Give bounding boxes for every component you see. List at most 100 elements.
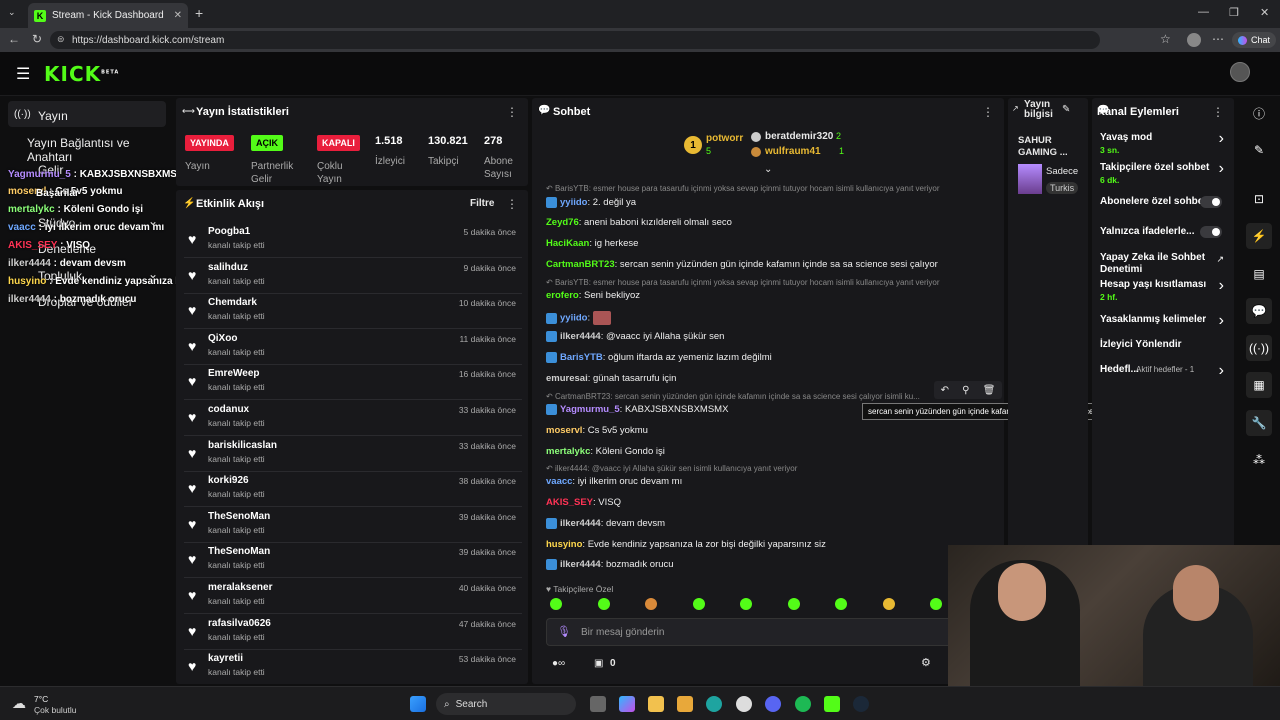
chat-message[interactable]: erofero: Seni bekliyoz (546, 290, 640, 301)
mic-icon[interactable]: 🎙 (557, 625, 571, 638)
chat-message[interactable]: mertalykc: Köleni Gondo işi (546, 446, 665, 457)
chat-message[interactable]: ilker4444: bozmadık orucu (546, 559, 674, 570)
emote-icon[interactable] (930, 598, 942, 610)
chevron-right-icon[interactable]: › (1219, 160, 1224, 178)
chat-username[interactable]: vaacc (546, 476, 572, 487)
chevron-right-icon[interactable]: › (1219, 312, 1224, 330)
activity-event[interactable]: ♥ rafasilva0626 kanalı takip etti 47 dakika… (184, 614, 522, 650)
chat-username[interactable]: Zeyd76 (546, 217, 579, 228)
emote-icon[interactable] (882, 598, 895, 610)
chat-message[interactable]: Yagmurmu_5: KABXJSBXNSBXMSMX (546, 404, 728, 415)
chat-reply-context[interactable]: ↶ BarisYTB: esmer house para tasarufu iç… (546, 184, 940, 193)
chat-message[interactable]: moservl: Cs 5v5 yokmu (546, 425, 648, 436)
channel-action-row[interactable]: Hedefl... Aktif hedefler - 1 › (1092, 362, 1234, 390)
chat-username[interactable]: ilker4444 (560, 331, 601, 342)
actions-menu-icon[interactable]: ⋮ (1212, 105, 1224, 119)
expand-top-icon[interactable]: ⌄ (764, 164, 772, 175)
chat-username[interactable]: HaciKaan (546, 238, 589, 249)
chat-menu-icon[interactable]: ⋮ (982, 105, 994, 119)
chat-message[interactable]: Zeyd76: aneni baboni kızıldereli olmalı … (546, 217, 732, 228)
site-info-icon[interactable]: ⊜ (57, 34, 65, 45)
emote-icon[interactable] (550, 598, 562, 610)
toggle-switch[interactable] (1200, 196, 1222, 208)
chat-username[interactable]: CartmanBRT23 (546, 259, 615, 270)
emote-icon[interactable] (740, 598, 752, 610)
taskbar-search[interactable]: ⌕ Search (436, 693, 576, 715)
activity-event[interactable]: ♥ bariskilicaslan kanalı takip etti 33 daki… (184, 436, 522, 472)
stats-menu-icon[interactable]: ⋮ (506, 105, 518, 119)
chat-username[interactable]: ilker4444 (560, 518, 601, 529)
reload-icon[interactable]: ↻ (32, 32, 42, 46)
points-icon[interactable]: ●∞ (552, 658, 565, 669)
wrench-icon[interactable]: 🔧 (1246, 410, 1272, 436)
activity-event[interactable]: ♥ kayretii kanalı takip etti 53 dakika önce (184, 649, 522, 684)
toggle-switch[interactable] (1200, 226, 1222, 238)
chat-username[interactable]: AKIS_SEY (546, 497, 593, 508)
chat-username[interactable]: BarisYTB (560, 352, 603, 363)
chevron-right-icon[interactable]: › (1219, 130, 1224, 148)
chat-username[interactable]: yyiido (560, 197, 587, 208)
chat-message[interactable]: husyino: Evde kendiniz yapsanıza la zor … (546, 539, 826, 550)
chat-message[interactable]: ilker4444: @vaacc iyi Allaha şükür sen (546, 331, 724, 342)
chat-reply-context[interactable]: ↶ ilker4444: @vaacc iyi Allaha şükür sen… (546, 464, 797, 473)
emote-icon[interactable] (645, 598, 657, 610)
chat-settings-icon[interactable]: ⚙ (921, 656, 931, 669)
kick-app-icon[interactable] (824, 696, 840, 712)
activity-event[interactable]: ♥ Chemdark kanalı takip etti 10 dakika önce (184, 293, 522, 330)
reply-icon[interactable]: ↶ (941, 385, 949, 396)
external-link-icon[interactable]: ↗ (1216, 254, 1224, 265)
chat-reply-context[interactable]: ↶ CartmanBRT23: sercan senin yüzünden gü… (546, 392, 920, 401)
filter-button[interactable]: Filtre (470, 198, 494, 209)
activity-menu-icon[interactable]: ⋮ (506, 197, 518, 211)
activity-event[interactable]: ♥ meralaksener kanalı takip etti 40 dakika … (184, 578, 522, 614)
chat-rail-icon[interactable]: 💬 (1246, 298, 1272, 324)
chat-message[interactable]: CartmanBRT23: sercan senin yüzünden gün … (546, 259, 938, 270)
favorites-icon[interactable]: ☆ (1160, 32, 1171, 46)
activity-event[interactable]: ♥ TheSenoMan kanalı takip etti 39 dakika ön… (184, 542, 522, 579)
channel-action-row[interactable]: Yavaş mod 3 sn. › (1092, 130, 1234, 158)
channel-action-row[interactable]: Hesap yaşı kısıtlaması 2 hf. › (1092, 277, 1234, 305)
app-icon[interactable] (736, 696, 752, 712)
emote-icon[interactable] (692, 598, 705, 610)
activity-event[interactable]: ♥ TheSenoMan kanalı takip etti 39 dakika ön… (184, 507, 522, 543)
info-icon[interactable]: ⓘ (1246, 100, 1272, 126)
chevron-right-icon[interactable]: › (1219, 362, 1224, 380)
emote-icon[interactable] (835, 598, 847, 610)
camera-icon[interactable]: ⊡ (1246, 186, 1272, 212)
chat-message[interactable]: HaciKaan: ig herkese (546, 238, 638, 249)
hamburger-menu-icon[interactable]: ☰ (16, 64, 30, 84)
tab-list-icon[interactable]: ⌄ (8, 7, 16, 18)
edit-icon[interactable]: ✎ (1246, 137, 1272, 163)
activity-event[interactable]: ♥ Poogba1 kanalı takip etti 5 dakika önce (184, 222, 522, 258)
explorer-icon[interactable] (677, 696, 693, 712)
back-icon[interactable]: ← (8, 32, 20, 46)
activity-event[interactable]: ♥ QiXoo kanalı takip etti 11 dakika önce (184, 329, 522, 365)
channel-action-row[interactable]: Yapay Zeka ile Sohbet Denetimi ↗ (1092, 252, 1234, 278)
kick-logo[interactable]: KICKBETA (44, 62, 119, 86)
copilot-app-icon[interactable] (619, 696, 635, 712)
minimize-icon[interactable]: — (1198, 6, 1209, 18)
channel-action-row[interactable]: Yasaklanmış kelimeler › (1092, 312, 1234, 340)
chat-message[interactable]: vaacc: iyi ilkerim oruc devam mı (546, 476, 682, 487)
chat-message[interactable]: yyiido: 2. değil ya (546, 197, 636, 208)
channel-action-row[interactable]: Abonelere özel sohbet (1092, 196, 1234, 222)
document-icon[interactable]: ▤ (1246, 261, 1272, 287)
windows-start-icon[interactable] (410, 696, 426, 712)
close-window-icon[interactable]: ✕ (1260, 6, 1269, 19)
chat-message[interactable]: emuresai: günah tasarrufu için (546, 373, 676, 384)
chat-message[interactable]: BarisYTB: oğlum iftarda az yemeniz lazım… (546, 352, 772, 363)
chat-input[interactable]: 🎙 Bir mesaj gönderin (546, 618, 966, 646)
task-view-icon[interactable] (590, 696, 606, 712)
chat-username[interactable]: emuresai (546, 373, 588, 384)
steam-icon[interactable] (853, 696, 869, 712)
edge-icon[interactable] (706, 696, 722, 712)
activity-event[interactable]: ♥ codanux kanalı takip etti 33 dakika önce (184, 400, 522, 436)
emote-icon[interactable] (597, 598, 610, 610)
stats-rail-icon[interactable]: ▦ (1246, 372, 1272, 398)
new-tab-icon[interactable]: + (195, 5, 203, 21)
delete-icon[interactable]: 🗑 (983, 385, 996, 396)
activity-event[interactable]: ♥ EmreWeep kanalı takip etti 16 dakika önce (184, 364, 522, 401)
lightning-icon[interactable]: ⚡ (1246, 223, 1272, 249)
pin-icon[interactable]: ⚲ (962, 385, 969, 396)
user-avatar[interactable] (1230, 62, 1250, 82)
